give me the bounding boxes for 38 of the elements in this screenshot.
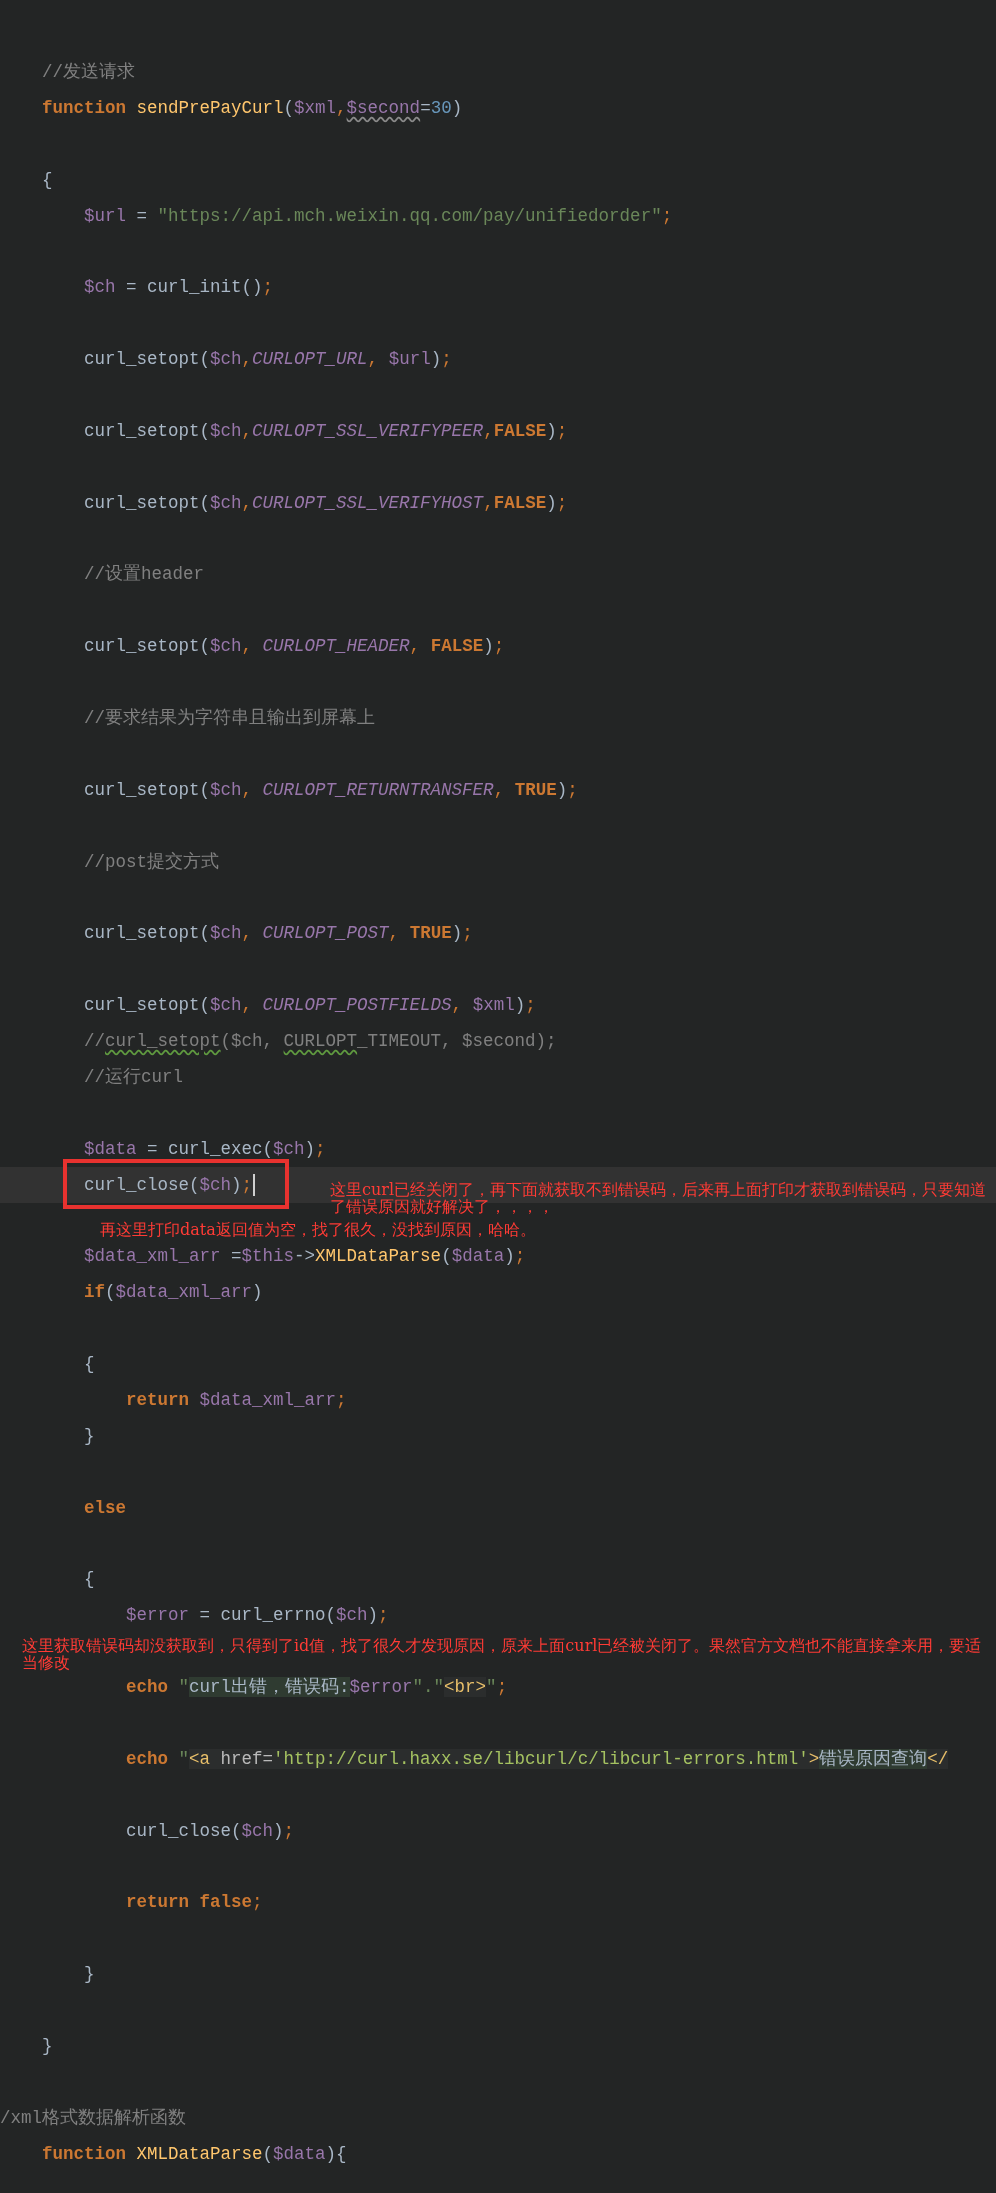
code-line: //运行curl	[83, 1065, 184, 1089]
code-line: return $data_xml_arr;	[125, 1388, 347, 1412]
annotation-note: 这里curl已经关闭了，再下面就获取不到错误码，后来再上面打印才获取到错误码，只要知道了错误原因就好解决了，，，，	[330, 1180, 988, 1215]
code-line: function XMLDataParse($data){	[41, 2142, 347, 2166]
code-line: curl_close($ch);	[0, 1172, 256, 1197]
code-line: $error = curl_errno($ch);	[125, 1604, 389, 1628]
code-line: //设置header	[83, 563, 205, 587]
annotation-note: 这里获取错误码却没获取到，只得到了id值，找了很久才发现原因，原来上面curl已经被关闭了。果然官方文档也不能直接拿来用，要适当修改	[22, 1637, 982, 1672]
code-line: {	[83, 1568, 95, 1592]
code-line: //发送请求	[41, 60, 135, 84]
code-line: //要求结果为字符串且输出到屏幕上	[83, 706, 376, 730]
annotation-note: 再这里打印data返回值为空，找了很久，没找到原因，哈哈。	[100, 1220, 536, 1238]
code-line: $ch = curl_init();	[83, 276, 274, 300]
code-line: }	[41, 2034, 53, 2058]
code-line: function sendPrePayCurl($xml,$second=30)	[41, 96, 463, 120]
code-line: }	[83, 1424, 95, 1448]
code-line: else	[83, 1496, 127, 1520]
code-line: {	[41, 168, 53, 192]
code-line: curl_setopt($ch, CURLOPT_HEADER, FALSE);	[83, 635, 505, 659]
code-line: curl_setopt($ch, CURLOPT_POSTFIELDS, $xml);	[83, 994, 536, 1018]
code-line: $data_xml_arr =$this->XMLDataParse($data);	[83, 1245, 526, 1269]
code-line: //curl_setopt($ch, CURLOPT_TIMEOUT, $second);	[83, 1030, 557, 1053]
code-line: $data = curl_exec($ch);	[83, 1137, 326, 1161]
code-line: /xml格式数据解析函数	[0, 2106, 186, 2130]
code-line: curl_setopt($ch,CURLOPT_SSL_VERIFYHOST,FALSE);	[83, 491, 568, 515]
code-line: curl_setopt($ch, CURLOPT_RETURNTRANSFER, TRUE);	[83, 778, 578, 802]
code-line: echo "curl出错，错误码:$error"."<br>";	[125, 1676, 508, 1699]
code-line: $url = "https://api.mch.weixin.qq.com/pay/unifiedorder";	[83, 204, 673, 228]
code-line: if($data_xml_arr)	[83, 1281, 263, 1305]
code-line: curl_setopt($ch,CURLOPT_SSL_VERIFYPEER,FALSE);	[83, 419, 568, 443]
code-line: curl_close($ch);	[125, 1819, 295, 1843]
code-line: curl_setopt($ch,CURLOPT_URL, $url);	[83, 348, 452, 372]
code-line: //post提交方式	[83, 850, 220, 874]
code-line: }	[83, 1963, 95, 1987]
code-line: echo "<a href='http://curl.haxx.se/libcurl/c/libcurl-errors.html'>错误原因查询</	[125, 1747, 949, 1771]
code-line: return false;	[125, 1891, 263, 1915]
code-line: {	[83, 1353, 95, 1376]
code-line: curl_setopt($ch, CURLOPT_POST, TRUE);	[83, 922, 473, 946]
